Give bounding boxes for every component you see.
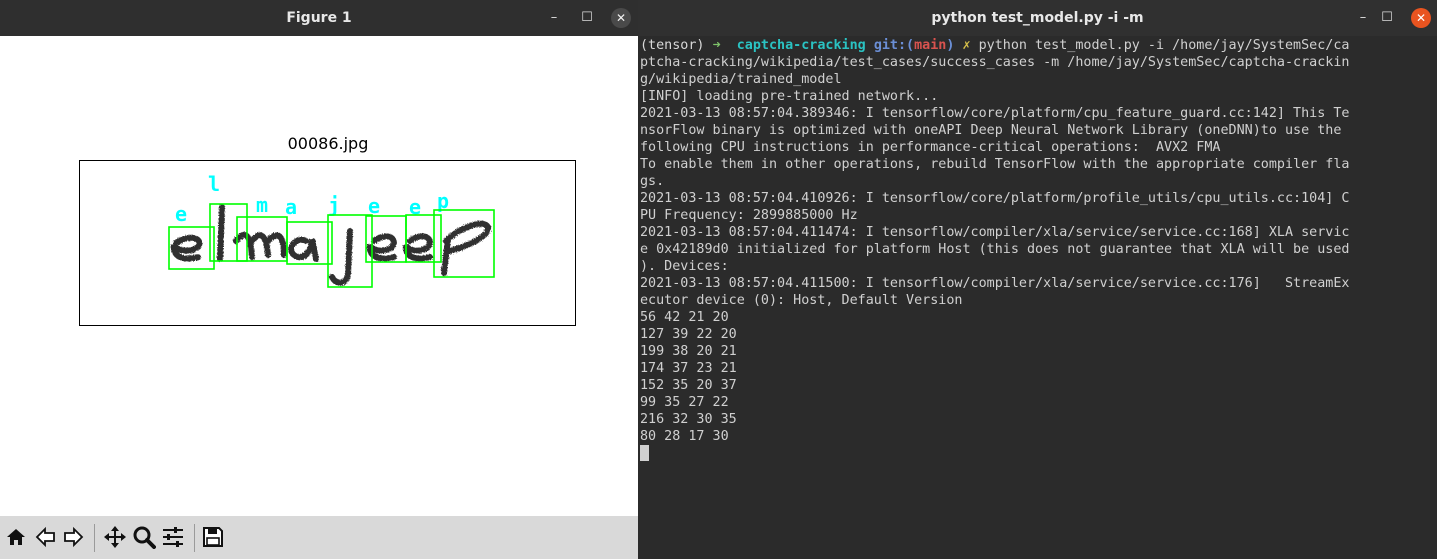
toolbar-separator — [94, 524, 95, 552]
terminal-line: nsorFlow binary is optimized with oneAPI… — [640, 123, 1342, 138]
back-icon[interactable] — [32, 524, 58, 550]
close-button[interactable]: ✕ — [611, 8, 631, 28]
terminal-line: 99 35 27 22 — [640, 395, 729, 410]
terminal-line: [INFO] loading pre-trained network... — [640, 89, 939, 104]
terminal-line: 127 39 22 20 — [640, 327, 737, 342]
figure-window-title: Figure 1 — [286, 10, 352, 26]
figure-toolbar — [0, 516, 638, 559]
forward-icon[interactable] — [61, 524, 87, 550]
captcha-image-axes: elmajeep — [79, 160, 576, 326]
figure-window: Figure 1 – ☐ ✕ 00086.jpg e l m a j e e p — [0, 0, 638, 559]
terminal-line: 80 28 17 30 — [640, 429, 729, 444]
command-wrap: g/wikipedia/trained_model — [640, 72, 842, 87]
minimize-button[interactable]: – — [1353, 8, 1373, 28]
terminal-line: PU Frequency: 2899885000 Hz — [640, 208, 858, 223]
image-title: 00086.jpg — [287, 134, 369, 153]
maximize-button[interactable]: ☐ — [577, 8, 597, 28]
terminal-window: python test_model.py -i -m – ☐ ✕ (tensor… — [638, 0, 1437, 559]
prompt-git-close: ) — [946, 38, 955, 53]
terminal-line: To enable them in other operations, rebu… — [640, 157, 1350, 172]
prompt-branch: main — [914, 38, 947, 53]
predicted-char-label: j — [328, 193, 340, 217]
toolbar-separator — [194, 524, 195, 552]
terminal-cursor — [640, 445, 649, 461]
captcha-image: elm a j e e p — [168, 172, 495, 288]
terminal-line: 56 42 21 20 — [640, 310, 729, 325]
terminal-line: 216 32 30 35 — [640, 412, 737, 427]
minimize-button[interactable]: – — [544, 8, 564, 28]
terminal-line: ecutor device (0): Host, Default Version — [640, 293, 963, 308]
configure-subplots-icon[interactable] — [160, 524, 186, 550]
terminal-window-title: python test_model.py -i -m — [931, 10, 1144, 26]
terminal-line: 2021-03-13 08:57:04.411500: I tensorflow… — [640, 276, 1350, 291]
predicted-char-label: l — [208, 172, 220, 196]
command-wrap: ptcha-cracking/wikipedia/test_cases/succ… — [640, 55, 1350, 70]
close-button[interactable]: ✕ — [1411, 8, 1431, 28]
prompt-git-label: git:( — [873, 38, 915, 53]
terminal-line: ). Devices: — [640, 259, 729, 274]
terminal-line: 199 38 20 21 — [640, 344, 737, 359]
prompt-arrow: ➜ — [712, 38, 721, 53]
maximize-button[interactable]: ☐ — [1377, 8, 1397, 28]
terminal-line: 2021-03-13 08:57:04.411474: I tensorflow… — [640, 225, 1350, 240]
terminal-line: 2021-03-13 08:57:04.410926: I tensorflow… — [640, 191, 1350, 206]
prompt-dir: captcha-cracking — [736, 38, 866, 53]
save-icon[interactable] — [200, 524, 226, 550]
prompt-command: python test_model.py -i /home/jay/System… — [978, 38, 1350, 53]
terminal-line: 2021-03-13 08:57:04.389346: I tensorflow… — [640, 106, 1350, 121]
terminal-output[interactable]: (tensor) ➜ captcha-cracking git:(main) ✗… — [638, 36, 1437, 559]
terminal-line: e 0x42189d0 initialized for platform Hos… — [640, 242, 1350, 257]
prompt-dirty: ✗ — [962, 38, 971, 53]
terminal-line: following CPU instructions in performanc… — [640, 140, 1221, 155]
terminal-line: gs. — [640, 174, 665, 189]
prompt-env: (tensor) — [640, 38, 705, 53]
pan-icon[interactable] — [102, 524, 128, 550]
terminal-line: 174 37 23 21 — [640, 361, 737, 376]
predicted-char-label: e — [175, 202, 187, 226]
predicted-labels: elm a j e e p — [175, 172, 449, 226]
zoom-icon[interactable] — [131, 524, 157, 550]
terminal-titlebar[interactable]: python test_model.py -i -m – ☐ ✕ — [638, 0, 1437, 36]
predicted-char-label: a — [285, 195, 297, 219]
terminal-text: (tensor) ➜ captcha-cracking git:(main) ✗… — [640, 37, 1349, 462]
home-icon[interactable] — [3, 524, 29, 550]
terminal-line: 152 35 20 37 — [640, 378, 737, 393]
terminal-lines: [INFO] loading pre-trained network... 20… — [640, 89, 1349, 444]
predicted-char-label: m — [256, 193, 268, 217]
figure-titlebar[interactable]: Figure 1 – ☐ ✕ — [0, 0, 638, 36]
